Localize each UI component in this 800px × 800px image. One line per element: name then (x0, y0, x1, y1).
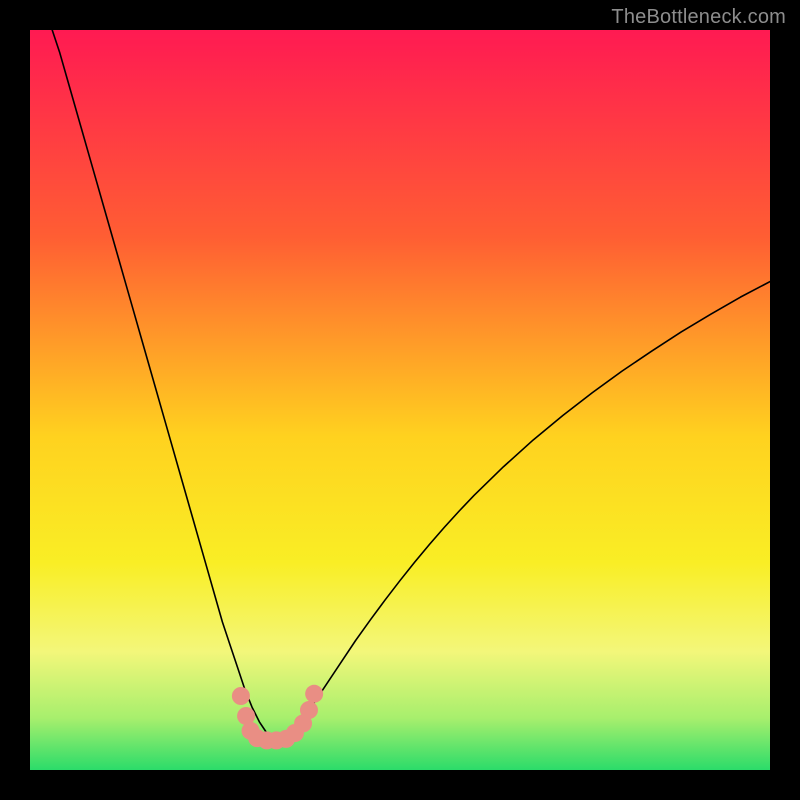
marker (300, 701, 318, 719)
chart-background (30, 30, 770, 770)
chart-svg (30, 30, 770, 770)
chart-frame: TheBottleneck.com (0, 0, 800, 800)
marker (232, 687, 250, 705)
plot-area (30, 30, 770, 770)
watermark-text: TheBottleneck.com (611, 6, 786, 29)
marker (305, 685, 323, 703)
